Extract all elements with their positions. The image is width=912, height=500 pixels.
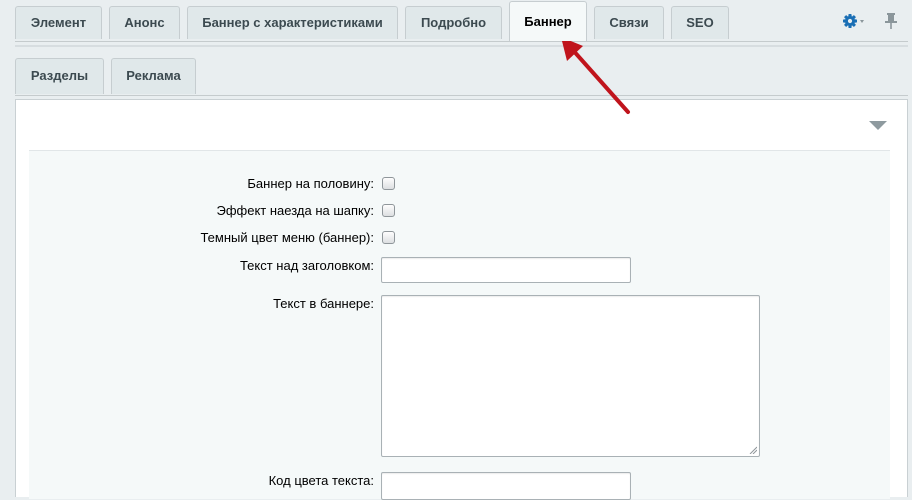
tab-seo[interactable]: SEO	[671, 6, 729, 39]
dark-menu-checkbox[interactable]	[382, 231, 395, 244]
subtab-advertising[interactable]: Реклама	[111, 58, 196, 94]
text-above-title-input[interactable]	[381, 257, 631, 283]
tab-label: Связи	[609, 15, 649, 30]
tab-announce[interactable]: Анонс	[109, 6, 180, 39]
gear-icon	[843, 14, 864, 28]
text-color-input[interactable]	[381, 472, 631, 500]
pin-icon	[885, 13, 897, 29]
banner-text-label: Текст в баннере:	[273, 296, 374, 311]
tab-label: Баннер с характеристиками	[202, 15, 383, 30]
half-banner-label: Баннер на половину:	[247, 176, 374, 191]
tab-details[interactable]: Подробно	[405, 6, 502, 39]
text-above-title-label: Текст над заголовком:	[239, 258, 374, 273]
text-color-label: Код цвета текста:	[268, 473, 374, 488]
tab-banner[interactable]: Баннер	[509, 1, 587, 41]
header-effect-label: Эффект наезда на шапку:	[216, 203, 375, 218]
main-tab-bar: Элемент Анонс Баннер с характеристиками …	[0, 0, 912, 47]
settings-gear-button[interactable]	[842, 12, 866, 30]
banner-form: Баннер на половину: Эффект наезда на шап…	[29, 150, 890, 500]
collapse-triangle-icon[interactable]	[869, 121, 887, 130]
subtab-divider	[15, 95, 908, 96]
tab-bar-divider-shadow	[15, 45, 908, 47]
tab-label: SEO	[686, 15, 714, 30]
chevron-down-icon	[860, 20, 864, 23]
dark-menu-label: Темный цвет меню (баннер):	[200, 230, 374, 245]
half-banner-checkbox[interactable]	[382, 177, 395, 190]
banner-text-textarea[interactable]	[381, 295, 760, 457]
tab-banner-characteristics[interactable]: Баннер с характеристиками	[187, 6, 398, 39]
subtab-label: Разделы	[30, 68, 89, 83]
tab-links[interactable]: Связи	[594, 6, 664, 39]
tab-label: Элемент	[30, 15, 87, 30]
tab-label: Анонс	[124, 15, 165, 30]
header-effect-checkbox[interactable]	[382, 204, 395, 217]
tab-bar-divider	[15, 41, 908, 42]
tab-label: Подробно	[420, 15, 487, 30]
subtab-label: Реклама	[126, 68, 181, 83]
pin-button[interactable]	[884, 11, 898, 31]
subtab-sections[interactable]: Разделы	[15, 58, 104, 94]
content-panel: Баннер на половину: Эффект наезда на шап…	[15, 99, 908, 500]
resize-handle-icon[interactable]	[749, 446, 757, 454]
tab-label: Баннер	[524, 14, 572, 29]
tab-element[interactable]: Элемент	[15, 6, 102, 39]
sub-tab-bar: Разделы Реклама	[0, 55, 912, 95]
